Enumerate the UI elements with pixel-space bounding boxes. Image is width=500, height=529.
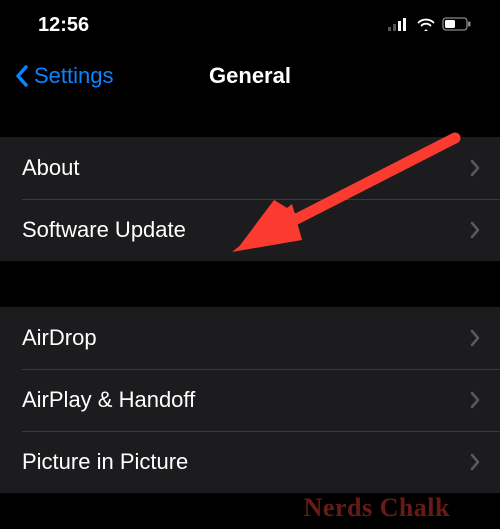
chevron-right-icon [470, 391, 480, 409]
chevron-right-icon [470, 453, 480, 471]
cellular-icon [388, 14, 410, 37]
row-label: AirDrop [22, 325, 97, 351]
row-airplay-handoff[interactable]: AirPlay & Handoff [0, 369, 500, 431]
back-label: Settings [34, 63, 114, 89]
row-label: About [22, 155, 80, 181]
section-gap [0, 261, 500, 307]
row-label: Picture in Picture [22, 449, 188, 475]
status-indicators [388, 14, 472, 37]
chevron-right-icon [470, 159, 480, 177]
row-airdrop[interactable]: AirDrop [0, 307, 500, 369]
watermark: Nerds Chalk [304, 493, 450, 523]
row-label: AirPlay & Handoff [22, 387, 195, 413]
status-time: 12:56 [38, 14, 89, 37]
section-gap [0, 113, 500, 137]
list-group-2: AirDrop AirPlay & Handoff Picture in Pic… [0, 307, 500, 493]
row-software-update[interactable]: Software Update [0, 199, 500, 261]
list-group-1: About Software Update [0, 137, 500, 261]
battery-icon [442, 14, 472, 37]
row-label: Software Update [22, 217, 186, 243]
wifi-icon [416, 14, 436, 37]
page-title: General [209, 63, 291, 89]
row-about[interactable]: About [0, 137, 500, 199]
row-picture-in-picture[interactable]: Picture in Picture [0, 431, 500, 493]
chevron-right-icon [470, 221, 480, 239]
navigation-bar: Settings General [0, 45, 500, 113]
chevron-left-icon [14, 64, 30, 88]
chevron-right-icon [470, 329, 480, 347]
back-button[interactable]: Settings [14, 63, 114, 89]
status-bar: 12:56 [0, 0, 500, 45]
